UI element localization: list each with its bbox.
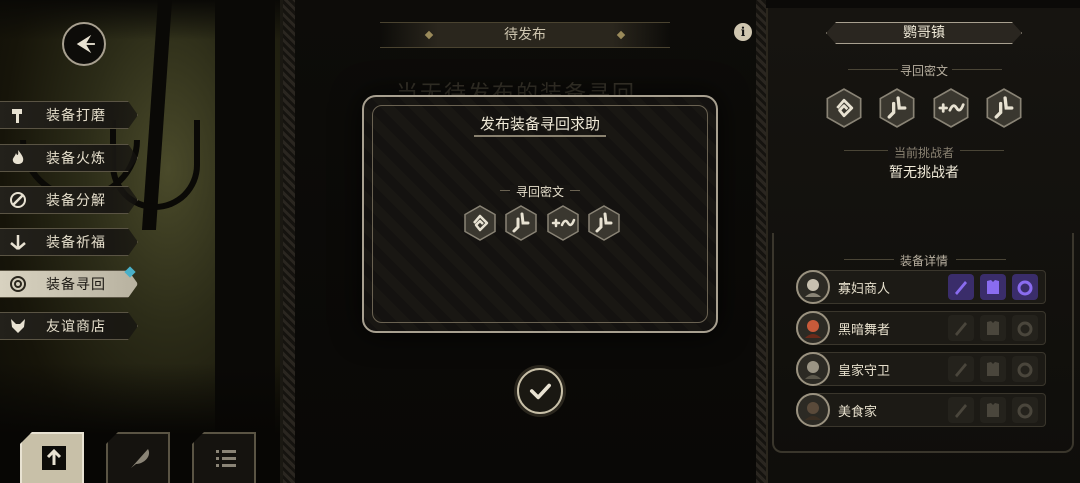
challenger-value: 暂无挑战者 xyxy=(889,165,959,181)
weapon-slot[interactable] xyxy=(948,356,974,382)
boot-rune-icon xyxy=(877,88,917,128)
weapon-slot[interactable] xyxy=(948,274,974,300)
menu-item-label: 装备火炼 xyxy=(46,151,106,167)
weapon-slot[interactable] xyxy=(948,315,974,341)
sword-icon xyxy=(955,404,967,418)
sword-icon xyxy=(955,281,967,295)
boot-rune-icon xyxy=(586,205,622,241)
menu-item-label: 装备分解 xyxy=(46,193,106,209)
pending-header: 待发布 xyxy=(380,22,670,48)
boot-rune-icon xyxy=(984,88,1024,128)
avatar xyxy=(796,311,830,345)
sword-icon xyxy=(955,322,967,336)
fox-icon xyxy=(0,313,36,339)
character-name: 黑暗舞者 xyxy=(838,322,891,338)
spiral-rune-icon xyxy=(462,205,498,241)
modal-cipher-heading: 寻回密文 xyxy=(364,183,716,200)
armor-slot[interactable] xyxy=(980,397,1006,423)
flame-icon xyxy=(0,145,36,171)
feather-icon xyxy=(131,449,150,468)
sword-icon xyxy=(955,363,967,377)
character-row-royal-guard[interactable]: 皇家守卫 xyxy=(796,352,1046,386)
split-icon xyxy=(0,187,36,213)
character-row-dark-dancer[interactable]: 黑暗舞者 xyxy=(796,311,1046,345)
tab-list[interactable] xyxy=(192,432,256,483)
confirm-button[interactable] xyxy=(517,368,563,414)
armor-icon xyxy=(987,321,999,335)
menu-item-dismantle[interactable]: 装备分解 xyxy=(0,186,138,214)
spiral-rune-icon xyxy=(824,88,864,128)
cross-wave-rune-icon xyxy=(545,205,581,241)
upload-icon xyxy=(42,446,66,470)
detail-heading: 装备详情 xyxy=(899,254,948,268)
menu-item-retrieve[interactable]: 装备寻回 xyxy=(0,270,138,298)
ring-slot[interactable] xyxy=(1012,356,1038,382)
back-button[interactable] xyxy=(62,22,106,66)
cipher-heading: 寻回密文 xyxy=(899,64,948,78)
pray-icon xyxy=(0,229,36,255)
menu-item-forge[interactable]: 装备火炼 xyxy=(0,144,138,172)
hammer-icon xyxy=(0,102,36,128)
character-name: 皇家守卫 xyxy=(838,363,891,379)
ring-icon xyxy=(1017,321,1033,337)
town-banner: 鹦哥镇 xyxy=(826,22,1022,44)
menu-item-label: 装备祈福 xyxy=(46,235,106,251)
armor-slot[interactable] xyxy=(980,274,1006,300)
ring-slot[interactable] xyxy=(1012,274,1038,300)
check-icon xyxy=(529,383,551,400)
character-row-gourmet[interactable]: 美食家 xyxy=(796,393,1046,427)
weapon-slot[interactable] xyxy=(948,397,974,423)
ring-icon xyxy=(1017,280,1033,296)
target-icon xyxy=(0,271,36,297)
menu-item-label: 友谊商店 xyxy=(46,319,106,335)
info-icon[interactable]: i xyxy=(734,23,752,41)
menu-item-shop[interactable]: 友谊商店 xyxy=(0,312,138,340)
character-row-widow-merchant[interactable]: 寡妇商人 xyxy=(796,270,1046,304)
menu-item-label: 装备寻回 xyxy=(46,277,106,293)
menu-item-bless[interactable]: 装备祈福 xyxy=(0,228,138,256)
publish-modal: 发布装备寻回求助 寻回密文 xyxy=(362,95,718,333)
tab-upload[interactable] xyxy=(20,432,84,483)
list-icon xyxy=(216,450,236,467)
character-name: 寡妇商人 xyxy=(838,281,891,297)
armor-icon xyxy=(987,280,999,294)
avatar xyxy=(796,393,830,427)
armor-slot[interactable] xyxy=(980,356,1006,382)
ring-icon xyxy=(1017,362,1033,378)
challenger-label: 当前挑战者 xyxy=(768,144,1080,161)
pending-header-label: 待发布 xyxy=(504,27,546,43)
tab-feather[interactable] xyxy=(106,432,170,483)
cipher-rune-row xyxy=(824,88,1024,130)
ring-slot[interactable] xyxy=(1012,397,1038,423)
cross-wave-rune-icon xyxy=(931,88,971,128)
menu-item-label: 装备打磨 xyxy=(46,108,106,124)
ring-slot[interactable] xyxy=(1012,315,1038,341)
menu-item-polish[interactable]: 装备打磨 xyxy=(0,101,138,129)
character-name: 美食家 xyxy=(838,404,878,420)
armor-icon xyxy=(987,403,999,417)
avatar xyxy=(796,352,830,386)
modal-rune-row xyxy=(462,205,622,245)
avatar xyxy=(796,270,830,304)
armor-icon xyxy=(987,362,999,376)
armor-slot[interactable] xyxy=(980,315,1006,341)
boot-rune-icon xyxy=(503,205,539,241)
back-arrow-icon xyxy=(76,34,95,54)
modal-title: 发布装备寻回求助 xyxy=(479,115,600,133)
ring-icon xyxy=(1017,403,1033,419)
